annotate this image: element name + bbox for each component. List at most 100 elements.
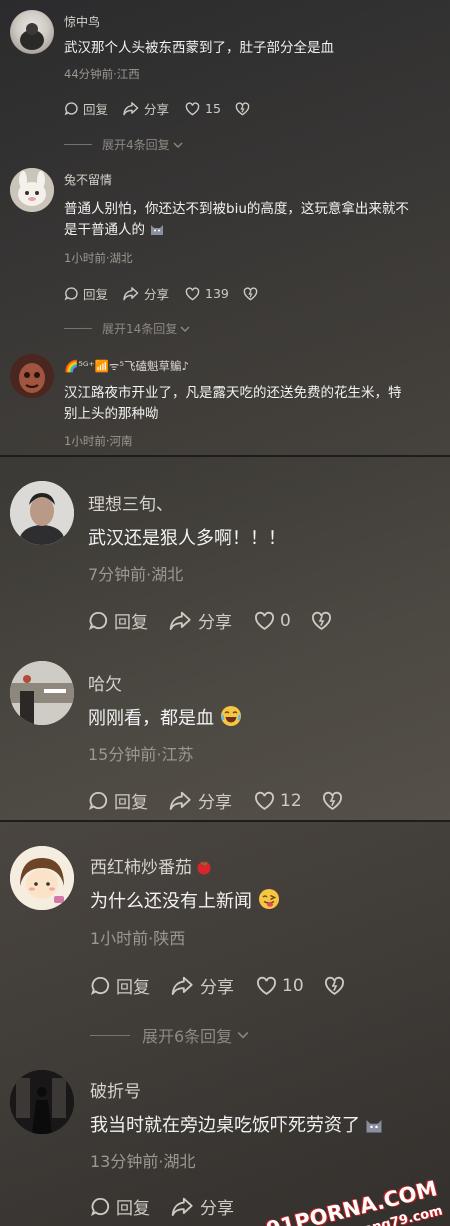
like-count: 10 xyxy=(282,975,304,996)
comment-username[interactable]: 破折号 xyxy=(90,1077,141,1102)
comment-actions: 回复 分享 0 xyxy=(88,608,332,633)
reply-button[interactable]: 回复 xyxy=(64,284,108,303)
reply-icon xyxy=(88,611,108,631)
comment-username[interactable]: 西红柿炒番茄 xyxy=(90,853,212,880)
chevron-down-icon xyxy=(173,142,183,148)
reply-icon xyxy=(90,976,110,996)
expand-label: 展开14条回复 xyxy=(102,322,178,336)
reply-label: 回复 xyxy=(114,793,148,813)
share-icon xyxy=(169,791,191,810)
comment-username[interactable]: 惊中鸟 xyxy=(64,13,100,30)
avatar[interactable] xyxy=(10,168,54,212)
comment-username[interactable]: 🌈⁵ᴳ⁺📶ᯤ⁵飞磕魁草鳊♪ xyxy=(64,358,189,374)
comment-text: 汉江路夜市开业了，凡是露天吃的还送免费的花生米，特别上头的那种呦 xyxy=(64,385,402,422)
comment-text: 普通人别怕，你还达不到被biu的高度，这玩意拿出来就不是干普通人的 xyxy=(64,199,414,241)
divider-line xyxy=(90,1034,130,1036)
chevron-down-icon xyxy=(180,326,190,332)
avatar[interactable] xyxy=(10,1070,74,1134)
heart-icon xyxy=(255,611,274,630)
chevron-down-icon xyxy=(237,1032,249,1039)
dislike-button[interactable] xyxy=(322,791,343,811)
cat-emoji-icon xyxy=(364,1115,384,1133)
comment-meta: 7分钟前·湖北 xyxy=(88,565,184,584)
comment-text-content: 为什么还没有上新闻 xyxy=(90,891,252,912)
wink-tongue-emoji-icon xyxy=(258,888,280,910)
comment-panel-1: 惊中鸟 武汉那个人头被东西蒙到了，肚子部分全是血 44分钟前·江西 回复 分享 … xyxy=(0,0,450,455)
cat-emoji-icon xyxy=(149,222,165,236)
divider-line xyxy=(64,144,92,145)
avatar[interactable] xyxy=(10,354,54,398)
broken-heart-icon xyxy=(324,976,344,995)
share-button[interactable]: 分享 xyxy=(122,284,169,303)
comment-meta: 13分钟前·湖北 xyxy=(90,1152,196,1171)
comment-username[interactable]: 理想三旬、 xyxy=(88,490,173,515)
username-text: 西红柿炒番茄 xyxy=(90,858,192,878)
like-button[interactable]: 0 xyxy=(254,611,291,631)
like-button[interactable]: 12 xyxy=(254,791,302,811)
share-button[interactable]: 分享 xyxy=(168,788,232,813)
expand-replies[interactable]: 展开14条回复 xyxy=(64,320,191,337)
share-button[interactable]: 分享 xyxy=(122,99,169,118)
reply-label: 回复 xyxy=(116,1199,150,1219)
heart-icon xyxy=(185,286,200,300)
comment-username[interactable]: 哈欠 xyxy=(88,670,122,695)
dislike-button[interactable] xyxy=(311,611,332,631)
comment-meta: 1小时前·陕西 xyxy=(90,929,186,948)
like-count: 139 xyxy=(205,286,229,301)
avatar[interactable] xyxy=(10,661,74,725)
reply-label: 回复 xyxy=(114,613,148,633)
comment-text-content: 刚刚看，都是血 xyxy=(88,708,214,729)
tomato-icon xyxy=(196,859,212,880)
share-button[interactable]: 分享 xyxy=(168,608,232,633)
comment-actions: 回复 分享 15 xyxy=(64,99,250,118)
comment-actions: 回复 分享 10 xyxy=(90,973,345,998)
expand-label: 展开6条回复 xyxy=(142,1027,233,1046)
comment-text: 武汉那个人头被东西蒙到了，肚子部分全是血 xyxy=(64,40,334,56)
reply-label: 回复 xyxy=(83,287,109,302)
broken-heart-icon xyxy=(322,791,342,810)
comment-text: 我当时就在旁边桌吃饭吓死劳资了 xyxy=(90,1112,430,1140)
reply-icon xyxy=(88,791,108,811)
expand-replies[interactable]: 展开4条回复 xyxy=(64,136,184,153)
comment-panel-2: 理想三旬、 武汉还是狠人多啊！！！ 7分钟前·湖北 回复 分享 0 哈欠 刚刚看… xyxy=(0,455,450,820)
avatar[interactable] xyxy=(10,481,74,545)
comment-text-content: 我当时就在旁边桌吃饭吓死劳资了 xyxy=(90,1115,360,1136)
like-button[interactable]: 10 xyxy=(256,976,304,996)
reply-label: 回复 xyxy=(116,978,150,998)
reply-icon xyxy=(64,102,78,116)
dislike-button[interactable] xyxy=(235,101,250,116)
comment-text-content: 普通人别怕，你还达不到被biu的高度，这玩意拿出来就不是干普通人的 xyxy=(64,201,409,238)
expand-label: 展开4条回复 xyxy=(102,138,170,152)
like-button[interactable]: 139 xyxy=(185,286,229,301)
comment-text: 刚刚看，都是血 xyxy=(88,705,428,733)
comment-text: 武汉还是狠人多啊！！！ xyxy=(88,528,286,549)
reply-button[interactable]: 回复 xyxy=(90,1194,150,1219)
reply-button[interactable]: 回复 xyxy=(88,788,148,813)
share-button[interactable]: 分享 xyxy=(170,1194,234,1219)
reply-button[interactable]: 回复 xyxy=(88,608,148,633)
share-label: 分享 xyxy=(200,1199,234,1219)
share-icon xyxy=(169,611,191,630)
watermark: 91PORNA.COM 看完整版：https://91wang79.com xyxy=(211,1176,444,1226)
heart-icon xyxy=(255,791,274,810)
reply-button[interactable]: 回复 xyxy=(90,973,150,998)
share-button[interactable]: 分享 xyxy=(170,973,234,998)
broken-heart-icon xyxy=(311,611,331,630)
avatar[interactable] xyxy=(10,846,74,910)
laugh-cry-emoji-icon xyxy=(220,705,242,727)
reply-button[interactable]: 回复 xyxy=(64,99,108,118)
like-button[interactable]: 15 xyxy=(185,101,221,116)
share-label: 分享 xyxy=(200,978,234,998)
share-icon xyxy=(171,1197,193,1216)
comment-actions: 回复 分享 139 xyxy=(64,284,258,303)
share-label: 分享 xyxy=(198,793,232,813)
share-label: 分享 xyxy=(144,287,170,302)
avatar[interactable] xyxy=(10,10,54,54)
comment-meta: 44分钟前·江西 xyxy=(64,67,140,81)
expand-replies[interactable]: 展开6条回复 xyxy=(90,1023,251,1047)
dislike-button[interactable] xyxy=(243,286,258,301)
comment-actions: 回复 分享 12 xyxy=(88,788,343,813)
share-icon xyxy=(171,976,193,995)
dislike-button[interactable] xyxy=(324,976,345,996)
comment-username[interactable]: 兔不留情 xyxy=(64,171,112,188)
